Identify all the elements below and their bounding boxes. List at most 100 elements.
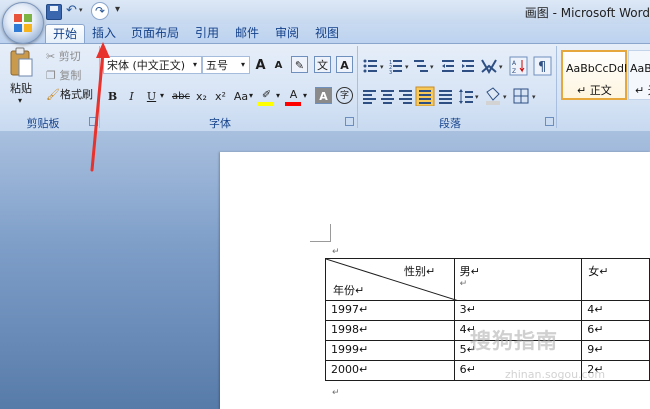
female-cell[interactable]: 4↵ <box>581 300 650 321</box>
undo-icon[interactable]: ↶ <box>66 3 77 18</box>
svg-text:▾: ▾ <box>405 63 409 71</box>
group-separator <box>556 46 557 128</box>
distributed-icon <box>439 90 452 104</box>
change-case-button[interactable]: Aa <box>231 87 251 104</box>
clipboard-dialog-launcher-icon[interactable] <box>89 117 98 126</box>
superscript-button[interactable]: x² <box>212 87 229 104</box>
save-icon[interactable] <box>46 4 62 20</box>
highlight-color-swatch <box>258 102 274 106</box>
style-no-spacing-sample: AaB <box>630 62 650 75</box>
tab-references[interactable]: 引用 <box>194 24 220 44</box>
diagonal-header-cell[interactable]: 性别↵ 年份↵ <box>325 258 459 301</box>
cut-button[interactable]: ✂ 剪切 <box>46 48 81 64</box>
numbering-icon: 123 <box>389 60 402 76</box>
paste-icon[interactable] <box>8 47 34 79</box>
tab-page-layout[interactable]: 页面布局 <box>130 24 180 44</box>
style-normal-label: ↵ 正文 <box>577 84 612 97</box>
year-cell[interactable]: 1997↵ <box>325 300 455 321</box>
paragraph-row2-toolbar: ▾ ▾ ▾ <box>363 86 536 106</box>
table-header-row: 性别↵ 年份↵ 男↵ ↵ 女↵ <box>325 258 650 301</box>
underline-button[interactable]: U <box>143 87 160 104</box>
copy-button[interactable]: ❐ 复制 <box>46 67 81 83</box>
font-size-dropdown-icon[interactable]: ▾ <box>241 60 245 69</box>
tab-insert[interactable]: 插入 <box>90 24 118 44</box>
style-no-spacing[interactable]: AaB ↵ 无 <box>628 50 650 100</box>
font-name-combobox[interactable]: 宋体 (中文正文) <box>103 56 202 74</box>
svg-text:▾: ▾ <box>499 63 503 71</box>
italic-button[interactable]: I <box>123 87 140 104</box>
undo-dropdown-icon[interactable]: ▾ <box>79 6 83 14</box>
bullets-icon <box>363 59 377 73</box>
asian-layout-icon <box>481 59 497 74</box>
watermark-url: zhinan.sogou.com <box>505 368 606 381</box>
subscript-button[interactable]: x₂ <box>193 87 210 104</box>
tab-home[interactable]: 开始 <box>45 24 85 45</box>
data-table[interactable]: 性别↵ 年份↵ 男↵ ↵ 女↵ 1997↵ 3↵ 4↵ 1998↵ 4↵ 6↵ 1… <box>325 258 650 381</box>
paragraph-mark: ↵ <box>332 388 340 398</box>
bold-button[interactable]: B <box>104 87 121 104</box>
cell-end-mark: ↵ <box>459 279 468 289</box>
clipboard-group-title: 剪贴板 <box>26 117 60 130</box>
line-spacing-icon <box>459 89 473 104</box>
underline-dropdown-icon[interactable]: ▾ <box>160 91 164 100</box>
margin-corner-mark <box>310 224 331 242</box>
tab-mailings[interactable]: 邮件 <box>234 24 260 44</box>
font-color-button[interactable]: A <box>285 85 302 102</box>
office-button[interactable] <box>2 2 44 44</box>
align-left-icon <box>363 90 376 104</box>
paragraph-group-title: 段落 <box>439 117 461 130</box>
paste-dropdown-icon[interactable]: ▾ <box>18 96 22 105</box>
female-header-cell[interactable]: 女↵ <box>581 258 650 301</box>
year-cell[interactable]: 1998↵ <box>325 320 455 341</box>
male-cell[interactable]: 3↵ <box>453 300 583 321</box>
strikethrough-button[interactable]: abc <box>170 87 192 104</box>
tab-review[interactable]: 审阅 <box>274 24 300 44</box>
svg-text:▾: ▾ <box>380 63 384 71</box>
svg-text:▾: ▾ <box>475 93 479 101</box>
female-cell[interactable]: 6↵ <box>581 320 650 341</box>
year-cell[interactable]: 2000↵ <box>325 360 455 381</box>
format-painter-button[interactable]: 🖌格式刷 <box>46 86 93 102</box>
redo-icon[interactable]: ↷ <box>91 2 109 20</box>
highlight-icon[interactable]: ✐ <box>258 85 275 102</box>
font-name-dropdown-icon[interactable]: ▾ <box>193 60 197 69</box>
paragraph-dialog-launcher-icon[interactable] <box>545 117 554 126</box>
style-normal[interactable]: AaBbCcDdI ↵ 正文 <box>561 50 627 100</box>
copy-icon: ❐ <box>46 69 60 82</box>
multilevel-list-icon <box>414 60 428 72</box>
clear-format-icon[interactable]: ✎ <box>291 56 308 73</box>
customize-toolbar-icon[interactable]: ▾ <box>115 4 120 15</box>
phonetic-guide-icon[interactable]: 文 <box>314 56 331 73</box>
svg-text:▾: ▾ <box>503 93 507 101</box>
office-logo-icon <box>14 14 32 32</box>
female-cell[interactable]: 9↵ <box>581 340 650 361</box>
font-dialog-launcher-icon[interactable] <box>345 117 354 126</box>
style-no-spacing-label: ↵ 无 <box>635 84 650 97</box>
brush-icon: 🖌 <box>46 88 60 101</box>
borders-icon <box>513 88 529 104</box>
paste-button[interactable]: 粘贴 <box>10 80 32 96</box>
grow-font-button[interactable]: A <box>252 56 269 73</box>
style-normal-sample: AaBbCcDdI <box>566 62 628 75</box>
align-center-icon <box>381 90 394 104</box>
highlight-dropdown-icon[interactable]: ▾ <box>276 91 280 100</box>
justify-icon <box>415 86 435 106</box>
male-header-cell[interactable]: 男↵ ↵ <box>453 258 583 301</box>
svg-text:¶: ¶ <box>538 60 546 75</box>
svg-text:▾: ▾ <box>532 93 536 101</box>
tab-view[interactable]: 视图 <box>314 24 340 44</box>
year-cell[interactable]: 1999↵ <box>325 340 455 361</box>
change-case-dropdown-icon[interactable]: ▾ <box>249 91 253 100</box>
character-border-button[interactable]: A <box>336 56 353 73</box>
font-group-title: 字体 <box>209 117 231 130</box>
paragraph-row1-toolbar: ▾ 123 ▾ ▾ ▾ AZ ¶ <box>363 56 552 76</box>
group-separator <box>99 46 100 128</box>
show-formatting-marks-icon: ¶ <box>533 56 552 76</box>
shrink-font-button[interactable]: A <box>270 56 287 73</box>
shading-icon <box>486 87 500 105</box>
align-right-icon <box>399 90 412 104</box>
year-header-label: 年份↵ <box>333 284 365 297</box>
font-color-dropdown-icon[interactable]: ▾ <box>303 91 307 100</box>
enclose-characters-icon[interactable]: 字 <box>336 87 353 104</box>
character-shading-button[interactable]: A <box>315 87 332 104</box>
